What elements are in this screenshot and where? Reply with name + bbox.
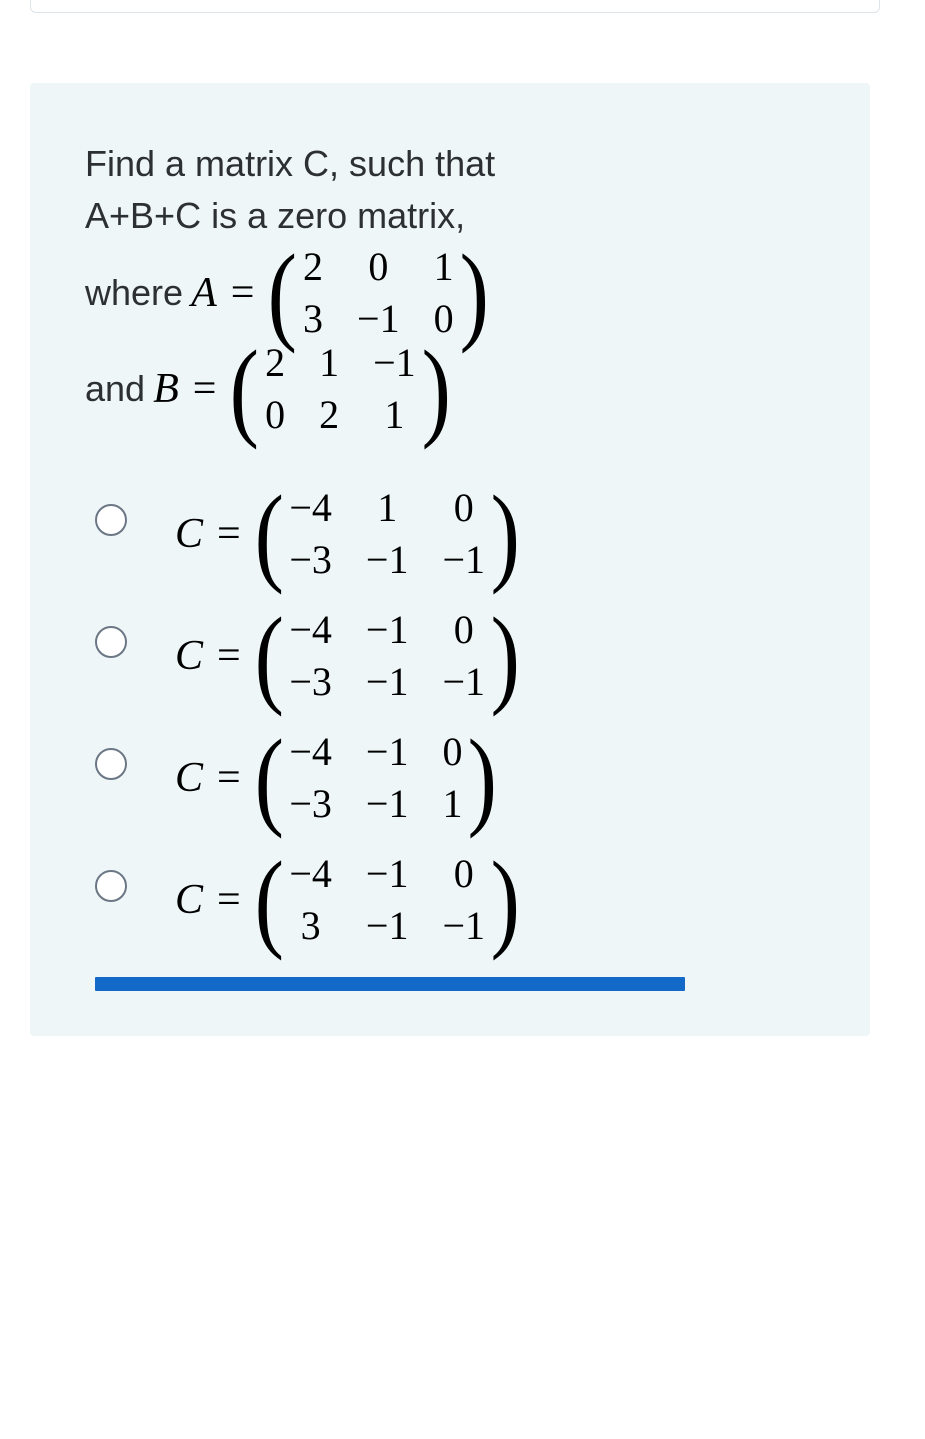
question-text: Find a matrix C, such that A+B+C is a ze… xyxy=(85,138,840,242)
option-2-content: C = ( −4−3 −1−1 0−1 ) xyxy=(167,611,524,701)
variable-B: B xyxy=(153,365,179,413)
option-3-content: C = ( −4−3 −1−1 01 ) xyxy=(167,733,501,823)
matrix-cell: 3 xyxy=(301,907,321,945)
equals-sign: = xyxy=(193,365,217,413)
option-4-matrix: ( −43 −1−1 0−1 ) xyxy=(251,855,524,945)
matrix-cell: 0 xyxy=(368,248,388,286)
where-label: where xyxy=(85,272,183,314)
matrix-cell: −3 xyxy=(289,785,332,823)
matrix-cell: −1 xyxy=(366,611,409,649)
matrix-B: ( 20 12 −11 ) xyxy=(226,344,454,434)
and-label: and xyxy=(85,368,145,410)
toolbar-border-remnant xyxy=(30,0,880,13)
matrix-cell: −1 xyxy=(442,541,485,579)
matrix-A: ( 23 0−1 10 ) xyxy=(264,248,492,338)
matrix-cell: −1 xyxy=(366,785,409,823)
matrix-cell: 1 xyxy=(442,785,462,823)
matrix-cell: −1 xyxy=(357,300,400,338)
matrix-cell: 0 xyxy=(454,855,474,893)
variable-C: C xyxy=(175,754,203,802)
matrix-cell: 0 xyxy=(454,611,474,649)
matrix-cell: −1 xyxy=(442,663,485,701)
matrix-cell: −1 xyxy=(366,907,409,945)
matrix-cell: 1 xyxy=(319,344,339,382)
matrix-cell: 3 xyxy=(303,300,323,338)
question-line-2: A+B+C is a zero matrix, xyxy=(85,195,465,236)
equals-sign: = xyxy=(231,269,255,317)
variable-C: C xyxy=(175,632,203,680)
option-1-content: C = ( −4−3 1−1 0−1 ) xyxy=(167,489,524,579)
radio-option-3[interactable] xyxy=(95,748,127,780)
radio-option-2[interactable] xyxy=(95,626,127,658)
equals-sign: = xyxy=(217,754,241,802)
matrix-cell: 0 xyxy=(265,396,285,434)
option-2[interactable]: C = ( −4−3 −1−1 0−1 ) xyxy=(85,611,840,701)
matrix-cell: 1 xyxy=(377,489,397,527)
option-3[interactable]: C = ( −4−3 −1−1 01 ) xyxy=(85,733,840,823)
option-2-matrix: ( −4−3 −1−1 0−1 ) xyxy=(251,611,524,701)
radio-option-1[interactable] xyxy=(95,504,127,536)
option-4[interactable]: C = ( −43 −1−1 0−1 ) xyxy=(85,855,840,945)
matrix-cell: 0 xyxy=(442,733,462,771)
question-panel: Find a matrix C, such that A+B+C is a ze… xyxy=(30,83,870,1036)
option-1-matrix: ( −4−3 1−1 0−1 ) xyxy=(251,489,524,579)
variable-C: C xyxy=(175,510,203,558)
question-line-1: Find a matrix C, such that xyxy=(85,143,495,184)
matrix-A-definition: where A = ( 23 0−1 10 ) xyxy=(85,248,840,338)
matrix-B-definition: and B = ( 20 12 −11 ) xyxy=(85,344,840,434)
variable-A: A xyxy=(191,269,217,317)
matrix-cell: −4 xyxy=(289,489,332,527)
matrix-cell: −3 xyxy=(289,663,332,701)
matrix-cell: −4 xyxy=(289,611,332,649)
option-4-content: C = ( −43 −1−1 0−1 ) xyxy=(167,855,524,945)
matrix-cell: −3 xyxy=(289,541,332,579)
matrix-cell: −1 xyxy=(366,733,409,771)
matrix-cell: −4 xyxy=(289,855,332,893)
matrix-cell: 1 xyxy=(384,396,404,434)
matrix-cell: 1 xyxy=(434,248,454,286)
equals-sign: = xyxy=(217,510,241,558)
matrix-cell: −1 xyxy=(366,663,409,701)
matrix-cell: 0 xyxy=(454,489,474,527)
progress-bar xyxy=(95,977,685,991)
matrix-cell: −1 xyxy=(373,344,416,382)
radio-option-4[interactable] xyxy=(95,870,127,902)
matrix-cell: −1 xyxy=(442,907,485,945)
matrix-cell: −1 xyxy=(366,541,409,579)
matrix-cell: −4 xyxy=(289,733,332,771)
option-3-matrix: ( −4−3 −1−1 01 ) xyxy=(251,733,501,823)
variable-C: C xyxy=(175,876,203,924)
options-list: C = ( −4−3 1−1 0−1 ) C = ( xyxy=(85,489,840,945)
equals-sign: = xyxy=(217,876,241,924)
option-1[interactable]: C = ( −4−3 1−1 0−1 ) xyxy=(85,489,840,579)
matrix-cell: −1 xyxy=(366,855,409,893)
matrix-cell: 2 xyxy=(303,248,323,286)
matrix-cell: 2 xyxy=(265,344,285,382)
equals-sign: = xyxy=(217,632,241,680)
matrix-cell: 2 xyxy=(319,396,339,434)
